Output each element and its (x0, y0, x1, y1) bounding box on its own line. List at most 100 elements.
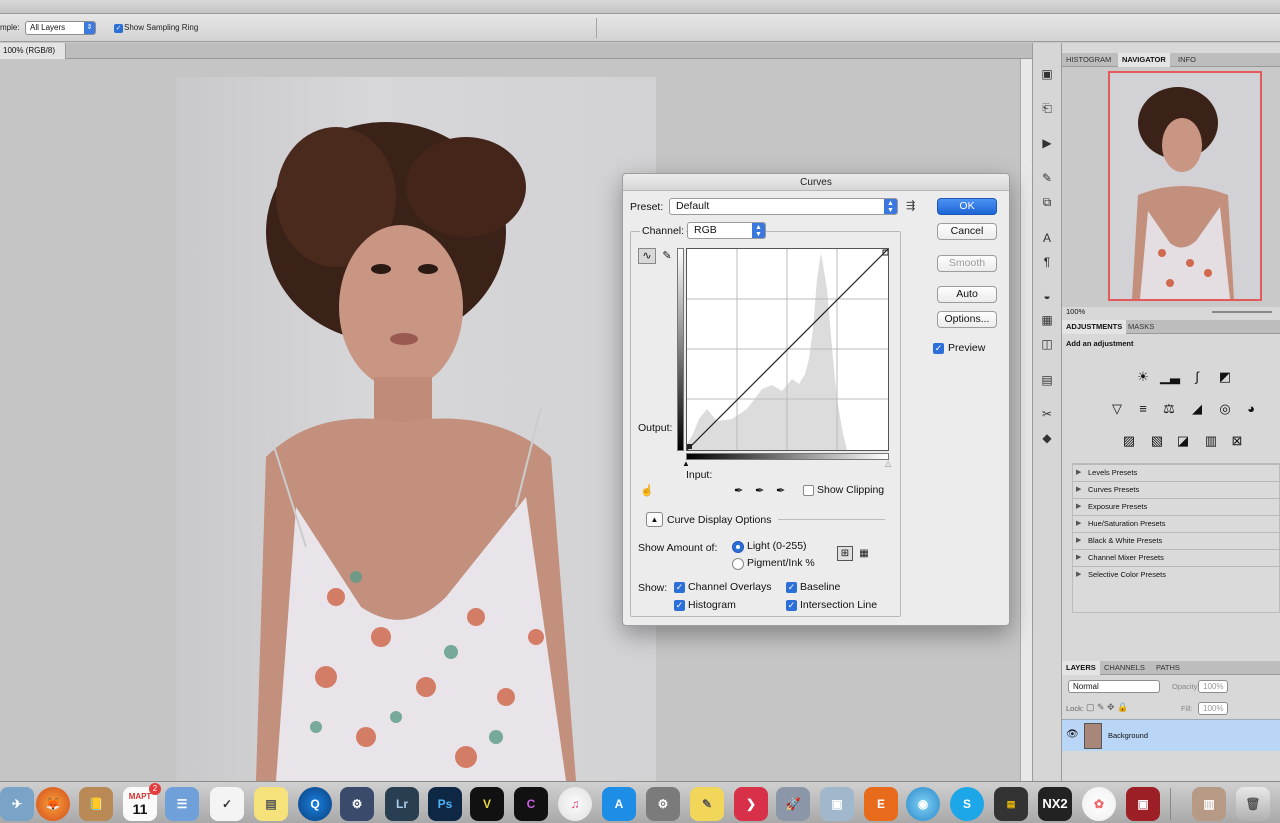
clone-source-icon[interactable]: ⧉ (1038, 193, 1056, 211)
navigator-zoom[interactable]: 100% (1066, 307, 1085, 316)
preview-app-icon[interactable]: ✈ (0, 787, 34, 821)
curve-point-tool-icon[interactable]: ∿ (638, 248, 656, 264)
simple-grid-icon[interactable]: ⊞ (837, 546, 853, 561)
threshold-icon[interactable]: ◪ (1174, 432, 1192, 450)
curves-graph[interactable] (686, 248, 889, 451)
music-icon[interactable]: ♫ (558, 787, 592, 821)
pigment-radio[interactable] (732, 558, 744, 570)
trash-icon[interactable]: 🗑 (1236, 787, 1270, 821)
layer-comps-icon[interactable]: ◆ (1038, 429, 1056, 447)
app-store-icon[interactable]: A (602, 787, 636, 821)
stickies-icon[interactable]: ▤ (254, 787, 288, 821)
blend-mode-select[interactable]: Normal (1068, 680, 1160, 693)
vibrance-icon[interactable]: ▽ (1108, 400, 1126, 418)
paragraph-icon[interactable]: ¶ (1038, 253, 1056, 271)
tab-info[interactable]: INFO (1174, 53, 1200, 67)
gradient-map-icon[interactable]: ▥ (1202, 432, 1220, 450)
exposure-icon[interactable]: ◩ (1216, 368, 1234, 386)
levels-icon[interactable]: ▁▃ (1160, 368, 1180, 386)
white-eyedropper-icon[interactable]: ✒ (776, 484, 785, 497)
swatches-icon[interactable]: ▦ (1038, 311, 1056, 329)
character-icon[interactable]: A (1038, 229, 1056, 247)
gray-eyedropper-icon[interactable]: ✒ (755, 484, 764, 497)
light-radio[interactable] (732, 541, 744, 553)
minibridge-icon[interactable]: ▣ (1038, 65, 1056, 83)
launchpad-icon[interactable]: 🚀 (776, 787, 810, 821)
skype-icon[interactable]: S (950, 787, 984, 821)
gear-app-icon[interactable]: ⚙ (340, 787, 374, 821)
pencil-icon[interactable]: ✎ (660, 248, 674, 264)
histogram-checkbox[interactable]: ✓ (674, 600, 685, 611)
tab-histogram[interactable]: HISTOGRAM (1062, 53, 1115, 67)
contacts-icon[interactable]: 📒 (79, 787, 113, 821)
fill-field[interactable]: 100% (1198, 702, 1228, 715)
nikon-viewnx-icon[interactable]: V (470, 787, 504, 821)
detailed-grid-icon[interactable]: ▦ (857, 546, 871, 561)
opacity-field[interactable]: 100% (1198, 680, 1228, 693)
color-balance-icon[interactable]: ⚖ (1160, 400, 1178, 418)
preset-select[interactable]: Default ▲ ▼ (669, 198, 898, 215)
evernote-like-icon[interactable]: E (864, 787, 898, 821)
capture-nx2-icon[interactable]: NX2 (1038, 787, 1072, 821)
history-icon[interactable]: ⎗ (1038, 99, 1056, 117)
photos-icon[interactable]: ✿ (1082, 787, 1116, 821)
tab-adjustments[interactable]: ADJUSTMENTS (1062, 320, 1127, 334)
options-button[interactable]: Options... (937, 311, 997, 328)
channel-mixer-icon[interactable]: ◕ (1242, 400, 1260, 418)
eye-icon[interactable]: 👁 (1066, 729, 1079, 740)
brightness-icon[interactable]: ☀ (1134, 368, 1152, 386)
auto-button[interactable]: Auto (937, 286, 997, 303)
channel-select[interactable]: RGB ▲ ▼ (687, 222, 766, 239)
selective-color-icon[interactable]: ⊠ (1228, 432, 1246, 450)
invert-icon[interactable]: ▨ (1120, 432, 1138, 450)
photo-canvas[interactable] (176, 77, 656, 781)
masks-icon[interactable]: ◫ (1038, 335, 1056, 353)
navigator-preview[interactable] (1108, 71, 1262, 301)
curve-endpoint[interactable] (687, 444, 692, 449)
firefox-icon[interactable]: 🦊 (36, 787, 70, 821)
disclosure-up-icon[interactable]: ▲ (646, 512, 663, 527)
preset-black-white[interactable]: ▶ Black & White Presets (1072, 532, 1280, 549)
network-icon[interactable]: ◉ (906, 787, 940, 821)
preset-exposure[interactable]: ▶ Exposure Presets (1072, 498, 1280, 515)
tab-masks[interactable]: MASKS (1124, 320, 1158, 334)
tool-presets-icon[interactable]: ✂ (1038, 405, 1056, 423)
tab-channels[interactable]: CHANNELS (1100, 661, 1149, 675)
sample-select[interactable]: All Layers ⇕ (25, 21, 96, 35)
cancel-button[interactable]: Cancel (937, 223, 997, 240)
vertical-scrollbar[interactable] (1020, 59, 1032, 781)
baseline-checkbox[interactable]: ✓ (786, 582, 797, 593)
photo-filter-icon[interactable]: ◎ (1216, 400, 1234, 418)
tab-layers[interactable]: LAYERS (1062, 661, 1100, 675)
photo-booth-icon[interactable]: ▣ (1126, 787, 1160, 821)
ok-button[interactable]: OK (937, 198, 997, 215)
lightroom-icon[interactable]: Lr (385, 787, 419, 821)
black-slider-icon[interactable]: ▲ (682, 459, 690, 468)
preset-options-icon[interactable]: ⇶ (906, 199, 915, 212)
preset-channel-mixer[interactable]: ▶ Channel Mixer Presets (1072, 549, 1280, 566)
quicktime-icon[interactable]: Q (298, 787, 332, 821)
styles-icon[interactable]: ◒ (1038, 287, 1056, 305)
white-slider-icon[interactable]: △ (885, 459, 891, 468)
actions-icon[interactable]: ▶ (1038, 134, 1056, 152)
image-stack-icon[interactable]: ▥ (1192, 787, 1226, 821)
image-capture-icon[interactable]: ▣ (820, 787, 854, 821)
sampling-ring-checkbox[interactable]: ✓ (114, 24, 123, 33)
preset-selective-color[interactable]: ▶ Selective Color Presets (1072, 566, 1280, 583)
target-adjust-icon[interactable]: ☝ (640, 484, 654, 497)
hue-saturation-icon[interactable]: ≡ (1134, 400, 1152, 418)
channel-overlays-checkbox[interactable]: ✓ (674, 582, 685, 593)
curves-icon[interactable]: ∫ (1188, 368, 1206, 386)
smooth-button[interactable]: Smooth (937, 255, 997, 272)
black-white-icon[interactable]: ◢ (1188, 400, 1206, 418)
tab-paths[interactable]: PATHS (1152, 661, 1184, 675)
intersection-line-checkbox[interactable]: ✓ (786, 600, 797, 611)
layer-row-background[interactable]: 👁 Background (1062, 719, 1280, 751)
preset-levels[interactable]: ▶ Levels Presets (1072, 464, 1280, 481)
lock-icons[interactable]: ▢ ✎ ✥ 🔒 (1086, 702, 1128, 713)
system-preferences-icon[interactable]: ⚙ (646, 787, 680, 821)
black-eyedropper-icon[interactable]: ✒ (734, 484, 743, 497)
zoom-slider[interactable] (1212, 311, 1272, 313)
preview-checkbox[interactable]: ✓ (933, 343, 944, 354)
posterize-icon[interactable]: ▧ (1148, 432, 1166, 450)
